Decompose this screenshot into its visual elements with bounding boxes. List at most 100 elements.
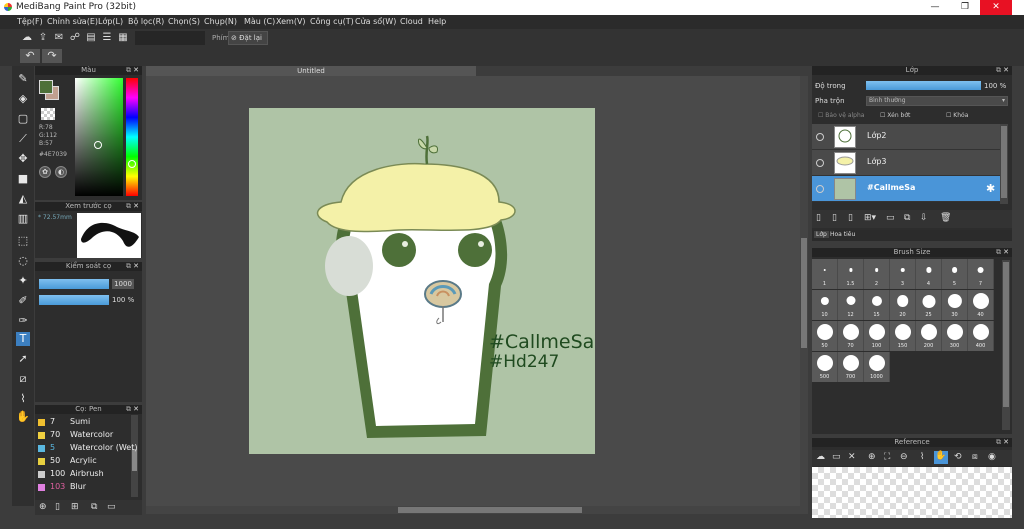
magic-wand-icon[interactable]: ✦ [16, 274, 30, 288]
brush-size-cell[interactable]: 50 [812, 321, 838, 351]
brush-size-cell[interactable]: 12 [838, 290, 864, 320]
layer-menu-icon[interactable]: ⊞▾ [864, 213, 876, 223]
menu-window[interactable]: Cửa sổ(W) [355, 17, 396, 26]
color-wheel-icon[interactable]: ◐ [55, 166, 67, 178]
comment-icon[interactable]: ✉ [52, 31, 66, 45]
zoom-out-icon[interactable]: ⊖ [900, 452, 908, 462]
clipping-checkbox[interactable]: ☐ Xén bớt [880, 112, 910, 119]
minimize-button[interactable]: — [920, 0, 950, 15]
folder-icon[interactable]: ▭ [832, 452, 841, 462]
brush-menu-icon[interactable]: ⊞ [71, 502, 79, 512]
reference-image-area[interactable] [812, 467, 1012, 518]
layer-opacity-slider[interactable] [866, 81, 981, 90]
brush-size-cell[interactable]: 200 [916, 321, 942, 351]
close-icon[interactable]: ✕ [133, 405, 139, 414]
brush-size-cell[interactable]: 700 [838, 352, 864, 382]
menu-layer[interactable]: Lớp(L) [98, 17, 123, 26]
layer-row[interactable]: Lớp3 [812, 150, 1000, 176]
gear-icon[interactable]: ✱ [986, 182, 995, 195]
brush-size-cell[interactable]: 300 [942, 321, 968, 351]
lasso-icon[interactable]: ◌ [16, 254, 30, 268]
brush-size-cell[interactable]: 70 [838, 321, 864, 351]
grid-icon[interactable]: ▦ [116, 31, 130, 45]
brush-list-item[interactable]: 70 Watercolor [36, 429, 130, 442]
text-tool-icon[interactable]: T [16, 332, 30, 346]
duplicate-icon[interactable]: ⧉ [904, 213, 910, 223]
bucket-tool-icon[interactable]: ◭ [16, 192, 30, 206]
new-8bit-layer-icon[interactable]: ▯ [848, 213, 853, 223]
reset-view-icon[interactable]: ◉ [988, 452, 996, 462]
brush-size-cell[interactable]: 100 [864, 321, 890, 351]
merge-icon[interactable]: ⇩ [920, 213, 928, 223]
drawing-canvas[interactable]: #CallmeSa #Hd247 [249, 108, 595, 454]
close-icon[interactable]: ✕ [1003, 248, 1009, 257]
menu-capture[interactable]: Chụp(N) [204, 17, 237, 26]
layer-row[interactable]: Lớp2 [812, 124, 1000, 150]
menu-cloud[interactable]: Cloud [400, 17, 423, 26]
list-icon[interactable]: ☰ [100, 31, 114, 45]
new-layer-icon[interactable]: ▯ [816, 213, 821, 223]
opacity-value[interactable]: 100 % [112, 295, 138, 305]
close-icon[interactable]: ✕ [133, 262, 139, 271]
canvas-text-hd247[interactable]: #Hd247 [489, 352, 559, 372]
brush-size-cell[interactable]: 1.5 [838, 259, 864, 289]
eyedropper-icon[interactable]: ⌇ [920, 452, 924, 462]
menu-color[interactable]: Màu (C) [244, 17, 275, 26]
menu-tools[interactable]: Công cụ(T) [310, 17, 354, 26]
menu-view[interactable]: Xem(V) [276, 17, 306, 26]
dot-tool-icon[interactable]: ▢ [16, 112, 30, 126]
brush-tool-icon[interactable]: ✎ [16, 72, 30, 86]
palette-icon[interactable]: ✿ [39, 166, 51, 178]
brush-size-cell[interactable]: 1 [812, 259, 838, 289]
select-pen-icon[interactable]: ✐ [16, 294, 30, 308]
brush-list-item[interactable]: 50 Acrylic [36, 455, 130, 468]
select-rect-icon[interactable]: ⬚ [16, 234, 30, 248]
brush-size-cell[interactable]: 400 [968, 321, 994, 351]
brush-list-item[interactable]: 7 Sumi [36, 416, 130, 429]
saturation-value-picker[interactable] [75, 78, 123, 196]
fill-shape-icon[interactable]: ■ [16, 172, 30, 186]
tab-navigator[interactable]: Hoa tiêu [830, 231, 855, 238]
eraser-tool-icon[interactable]: ◈ [16, 92, 30, 106]
protect-alpha-checkbox[interactable]: ☐ Bảo vệ alpha [818, 112, 864, 119]
layer-row-selected[interactable]: #CallmeSa ✱ [812, 176, 1000, 202]
rotate-icon[interactable]: ⟲ [954, 452, 962, 462]
brush-list-scrollbar[interactable] [131, 415, 138, 497]
eye-icon[interactable] [816, 133, 824, 141]
operation-tool-icon[interactable]: ➚ [16, 352, 30, 366]
reset-button[interactable]: ⊘ Đặt lại [228, 31, 268, 45]
folder-icon[interactable]: ▭ [886, 213, 895, 223]
foreground-color-swatch[interactable] [39, 80, 53, 94]
opacity-slider[interactable] [39, 295, 109, 305]
canvas-text-callmesa[interactable]: #CallmeSa [489, 331, 594, 353]
eyedropper-icon[interactable]: ⌇ [16, 392, 30, 406]
page-icon[interactable]: ▤ [84, 31, 98, 45]
cloud-icon[interactable]: ☁ [816, 452, 825, 462]
fit-icon[interactable]: ⛶ [884, 452, 890, 462]
select-eraser-icon[interactable]: ✑ [16, 314, 30, 328]
close-button[interactable]: ✕ [980, 0, 1012, 15]
brush-list-item[interactable]: 103 Blur [36, 481, 130, 494]
brush-size-cell[interactable]: 15 [864, 290, 890, 320]
transparent-swatch[interactable] [41, 108, 55, 120]
document-tab[interactable]: Untitled [146, 66, 476, 76]
size-slider[interactable] [39, 279, 109, 289]
tab-layer[interactable]: Lớp [814, 231, 829, 238]
brush-copy-icon[interactable]: ⧉ [91, 502, 97, 512]
close-icon[interactable]: ✕ [133, 66, 139, 75]
brush-list-item[interactable]: 5 Watercolor (Wet) [36, 442, 137, 455]
divide-tool-icon[interactable]: ⧄ [16, 372, 30, 386]
redo-icon[interactable]: ↷ [42, 49, 62, 63]
brush-size-scrollbar[interactable] [1002, 260, 1010, 430]
new-halftone-layer-icon[interactable]: ▯ [832, 213, 837, 223]
brush-size-cell[interactable]: 3 [890, 259, 916, 289]
menu-edit[interactable]: Chỉnh sửa(E) [47, 17, 98, 26]
maximize-button[interactable]: ❐ [950, 0, 980, 15]
brush-size-cell[interactable]: 1000 [864, 352, 890, 382]
hue-slider[interactable] [126, 78, 138, 196]
eye-icon[interactable] [816, 159, 824, 167]
brush-size-cell[interactable]: 20 [890, 290, 916, 320]
cloud-icon[interactable]: ☁ [20, 31, 34, 45]
gradient-tool-icon[interactable]: ▥ [16, 212, 30, 226]
upload-icon[interactable]: ⇪ [36, 31, 50, 45]
